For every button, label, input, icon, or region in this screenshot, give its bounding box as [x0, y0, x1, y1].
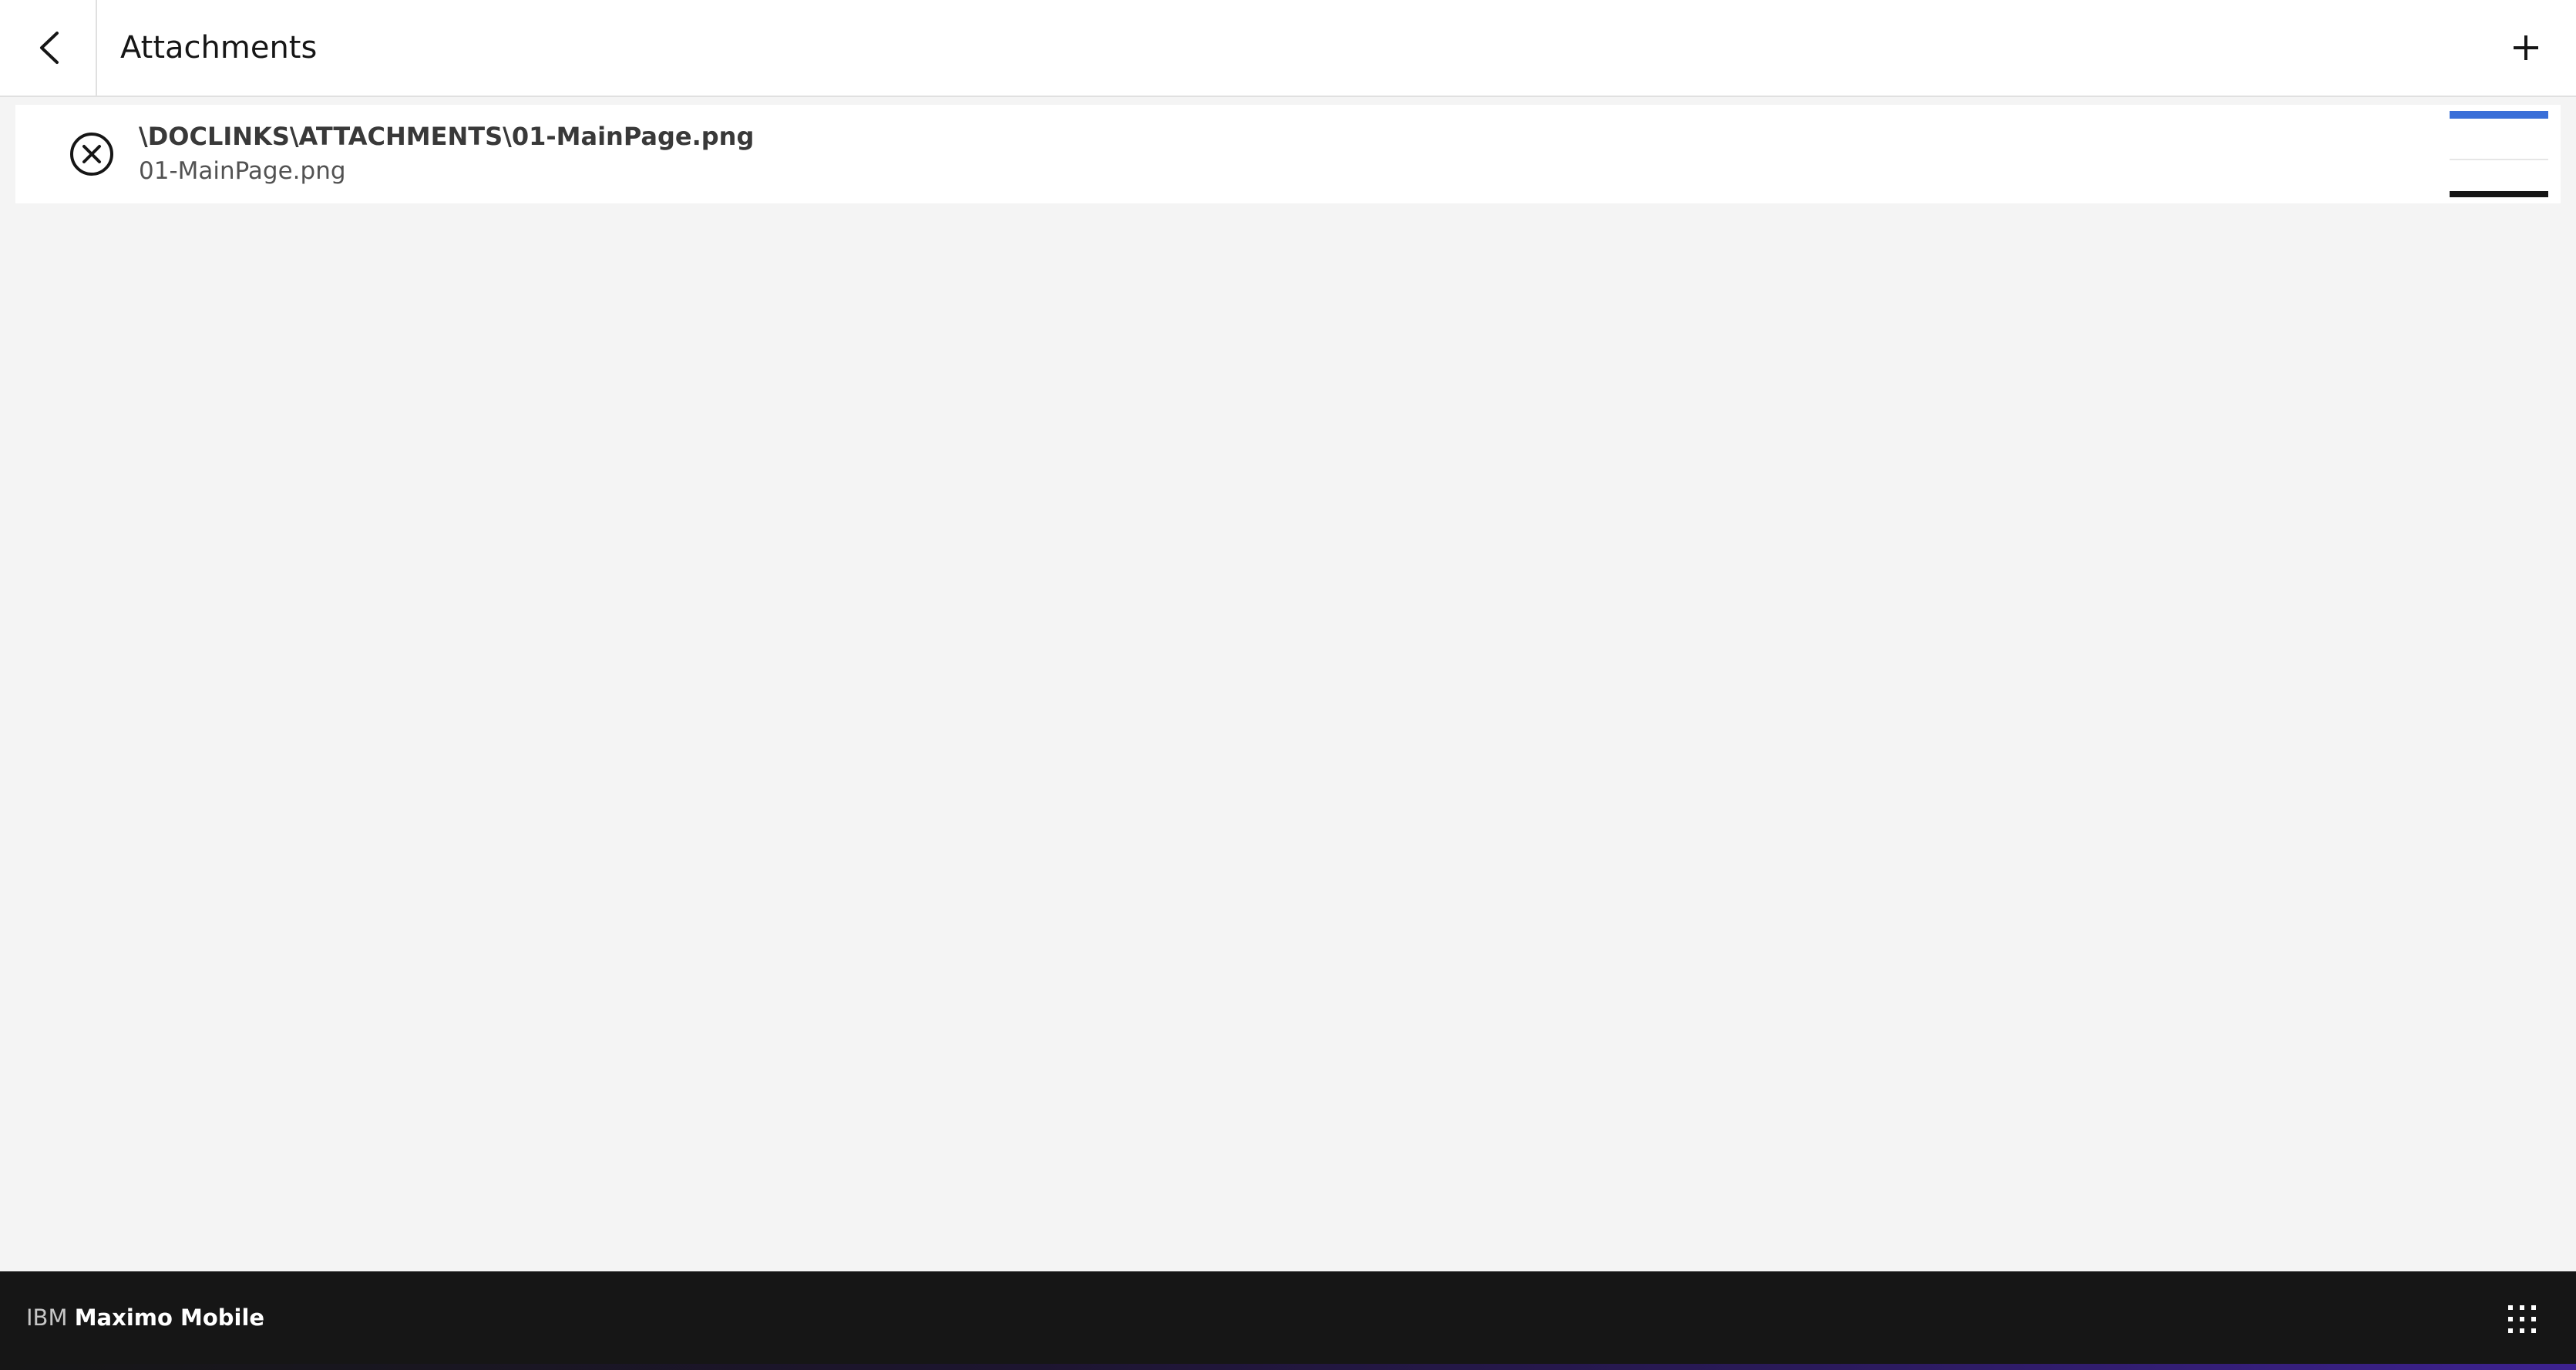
close-circle-icon	[70, 133, 113, 176]
brand-product: Maximo Mobile	[74, 1305, 265, 1331]
app-switcher-grid-icon	[2508, 1305, 2536, 1333]
brand-name: IBM Maximo Mobile	[26, 1271, 264, 1364]
attachment-item[interactable]: \DOCLINKS\ATTACHMENTS\01-MainPage.png 01…	[15, 105, 2561, 203]
thumbnail-divider	[2450, 159, 2548, 160]
page-header: Attachments	[0, 0, 2576, 97]
add-attachment-button[interactable]	[2476, 0, 2576, 96]
chevron-left-icon	[40, 32, 59, 64]
brand-company: IBM	[26, 1305, 68, 1331]
remove-attachment-button[interactable]	[49, 123, 134, 185]
attachment-list: \DOCLINKS\ATTACHMENTS\01-MainPage.png 01…	[15, 105, 2561, 203]
page-title: Attachments	[120, 30, 318, 65]
app-switcher-button[interactable]	[2491, 1288, 2553, 1350]
app-root: Attachments \DOCLINKS\ATTACHMENTS\01-Mai…	[0, 0, 2576, 1370]
attachment-filename: 01-MainPage.png	[139, 157, 346, 185]
back-button[interactable]	[3, 0, 97, 96]
attachment-path: \DOCLINKS\ATTACHMENTS\01-MainPage.png	[139, 122, 755, 151]
thumbnail-header-bar	[2450, 111, 2548, 119]
footer-accent-strip	[0, 1364, 2576, 1370]
thumbnail-footer-bar	[2450, 191, 2548, 197]
plus-icon	[2514, 35, 2538, 60]
attachment-thumbnail[interactable]	[2450, 111, 2548, 197]
app-footer: IBM Maximo Mobile	[0, 1271, 2576, 1370]
